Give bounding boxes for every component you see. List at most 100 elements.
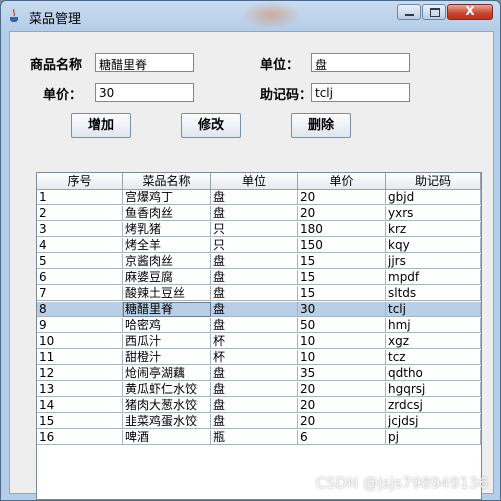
table-cell[interactable]: 10	[298, 334, 386, 349]
table-cell[interactable]: jjrs	[386, 254, 481, 269]
column-header[interactable]: 单位	[211, 173, 298, 190]
table-cell[interactable]: gbjd	[386, 190, 481, 205]
table-cell[interactable]: 京酱肉丝	[123, 254, 211, 269]
table-cell[interactable]: 只	[211, 238, 298, 253]
table-row[interactable]: 7 酸辣土豆丝盘 15 sltds	[37, 286, 481, 301]
table-cell[interactable]: 15	[298, 286, 386, 301]
table-row[interactable]: 15 韭菜鸡蛋水饺盘 20 jcjdsj	[37, 414, 481, 429]
table-cell[interactable]: 盘	[211, 398, 298, 413]
table-cell[interactable]: 2	[37, 206, 123, 221]
minimize-button[interactable]	[397, 4, 421, 20]
table-cell[interactable]: 杯	[211, 334, 298, 349]
table-cell[interactable]: 盘	[211, 206, 298, 221]
maximize-button[interactable]	[422, 4, 446, 20]
table-cell[interactable]: 10	[298, 350, 386, 365]
table-cell[interactable]: 3	[37, 222, 123, 237]
table-cell[interactable]: zrdcsj	[386, 398, 481, 413]
table-cell[interactable]: 盘	[211, 286, 298, 301]
dish-table[interactable]: 序号 菜品名称 单位 单价 助记码 1 宫爆鸡丁盘 20 gbjd 2 鱼香肉丝盘 20 yxrs 3 烤…	[36, 172, 482, 500]
table-cell[interactable]: 盘	[211, 190, 298, 205]
table-row[interactable]: 16 啤酒瓶 6 pj	[37, 430, 481, 445]
table-cell[interactable]: krz	[386, 222, 481, 237]
table-cell[interactable]: mpdf	[386, 270, 481, 285]
table-cell[interactable]: 35	[298, 366, 386, 381]
table-row[interactable]: 11 甜橙汁杯 10 tcz	[37, 350, 481, 365]
table-cell[interactable]: 15	[298, 254, 386, 269]
table-cell[interactable]: 猪肉大葱水饺	[123, 398, 211, 413]
table-cell[interactable]: kqy	[386, 238, 481, 253]
table-cell[interactable]: sltds	[386, 286, 481, 301]
table-cell[interactable]: 烤乳猪	[123, 222, 211, 237]
table-cell[interactable]: 4	[37, 238, 123, 253]
table-cell[interactable]: 12	[37, 366, 123, 381]
table-cell[interactable]: 盘	[211, 414, 298, 429]
table-row[interactable]: 2 鱼香肉丝盘 20 yxrs	[37, 206, 481, 221]
table-row[interactable]: 8 糖醋里脊盘 30 tclj	[37, 302, 481, 317]
table-cell[interactable]: hgqrsj	[386, 382, 481, 397]
table-row[interactable]: 6 麻婆豆腐盘 15 mpdf	[37, 270, 481, 285]
table-cell[interactable]: tclj	[386, 302, 481, 317]
table-cell[interactable]: 180	[298, 222, 386, 237]
table-cell[interactable]: xgz	[386, 334, 481, 349]
table-cell[interactable]: 6	[37, 270, 123, 285]
table-cell[interactable]: 黄瓜虾仁水饺	[123, 382, 211, 397]
table-cell[interactable]: pj	[386, 430, 481, 445]
table-row[interactable]: 12 炝闹亭湖藕盘 35 qdtho	[37, 366, 481, 381]
table-cell[interactable]: qdtho	[386, 366, 481, 381]
table-cell[interactable]: 只	[211, 222, 298, 237]
table-cell[interactable]: 哈密鸡	[123, 318, 211, 333]
table-cell[interactable]: 150	[298, 238, 386, 253]
title-bar[interactable]: 菜品管理 X	[1, 1, 500, 31]
table-cell[interactable]: 50	[298, 318, 386, 333]
table-cell[interactable]: 15	[37, 414, 123, 429]
table-row[interactable]: 10 西瓜汁杯 10 xgz	[37, 334, 481, 349]
table-cell[interactable]: 杯	[211, 350, 298, 365]
table-cell[interactable]: jcjdsj	[386, 414, 481, 429]
table-cell[interactable]: 西瓜汁	[123, 334, 211, 349]
table-row[interactable]: 9 哈密鸡盘 50 hmj	[37, 318, 481, 333]
mnemonic-code-field[interactable]: tclj	[311, 83, 410, 102]
table-cell[interactable]: 盘	[211, 270, 298, 285]
table-cell[interactable]: hmj	[386, 318, 481, 333]
table-row[interactable]: 3 烤乳猪只 180 krz	[37, 222, 481, 237]
table-cell[interactable]: 13	[37, 382, 123, 397]
unit-field[interactable]: 盘	[311, 53, 410, 72]
table-cell[interactable]: 16	[37, 430, 123, 445]
delete-button[interactable]: 删除	[291, 113, 351, 138]
table-cell[interactable]: 瓶	[211, 430, 298, 445]
table-cell[interactable]: 甜橙汁	[123, 350, 211, 365]
table-row[interactable]: 4 烤全羊只 150 kqy	[37, 238, 481, 253]
table-row[interactable]: 1 宫爆鸡丁盘 20 gbjd	[37, 190, 481, 205]
table-cell[interactable]: 1	[37, 190, 123, 205]
table-cell[interactable]: 5	[37, 254, 123, 269]
table-cell[interactable]: 6	[298, 430, 386, 445]
table-cell[interactable]: 11	[37, 350, 123, 365]
table-cell[interactable]: yxrs	[386, 206, 481, 221]
table-cell[interactable]: 盘	[211, 366, 298, 381]
table-cell[interactable]: 20	[298, 206, 386, 221]
table-cell[interactable]: 烤全羊	[123, 238, 211, 253]
table-row[interactable]: 5 京酱肉丝盘 15 jjrs	[37, 254, 481, 269]
table-cell[interactable]: 盘	[211, 318, 298, 333]
price-field[interactable]: 30	[95, 83, 194, 102]
table-cell[interactable]: 20	[298, 190, 386, 205]
column-header[interactable]: 单价	[298, 173, 386, 190]
add-button[interactable]: 增加	[71, 113, 131, 138]
table-row[interactable]: 14 猪肉大葱水饺盘 20 zrdcsj	[37, 398, 481, 413]
column-header[interactable]: 菜品名称	[123, 173, 211, 190]
table-cell[interactable]: 盘	[211, 254, 298, 269]
table-cell[interactable]: 炝闹亭湖藕	[123, 366, 211, 381]
table-cell[interactable]: 酸辣土豆丝	[123, 286, 211, 301]
edit-button[interactable]: 修改	[181, 113, 241, 138]
table-cell[interactable]: 宫爆鸡丁	[123, 190, 211, 205]
table-cell[interactable]: 盘	[211, 302, 298, 317]
table-row[interactable]: 13 黄瓜虾仁水饺盘 20 hgqrsj	[37, 382, 481, 397]
table-cell[interactable]: 鱼香肉丝	[123, 206, 211, 221]
table-cell[interactable]: 糖醋里脊	[123, 302, 211, 317]
table-cell[interactable]: 韭菜鸡蛋水饺	[123, 414, 211, 429]
table-cell[interactable]: 20	[298, 398, 386, 413]
table-cell[interactable]: 14	[37, 398, 123, 413]
close-button[interactable]: X	[447, 4, 493, 20]
column-header[interactable]: 助记码	[386, 173, 481, 190]
column-header[interactable]: 序号	[37, 173, 123, 190]
